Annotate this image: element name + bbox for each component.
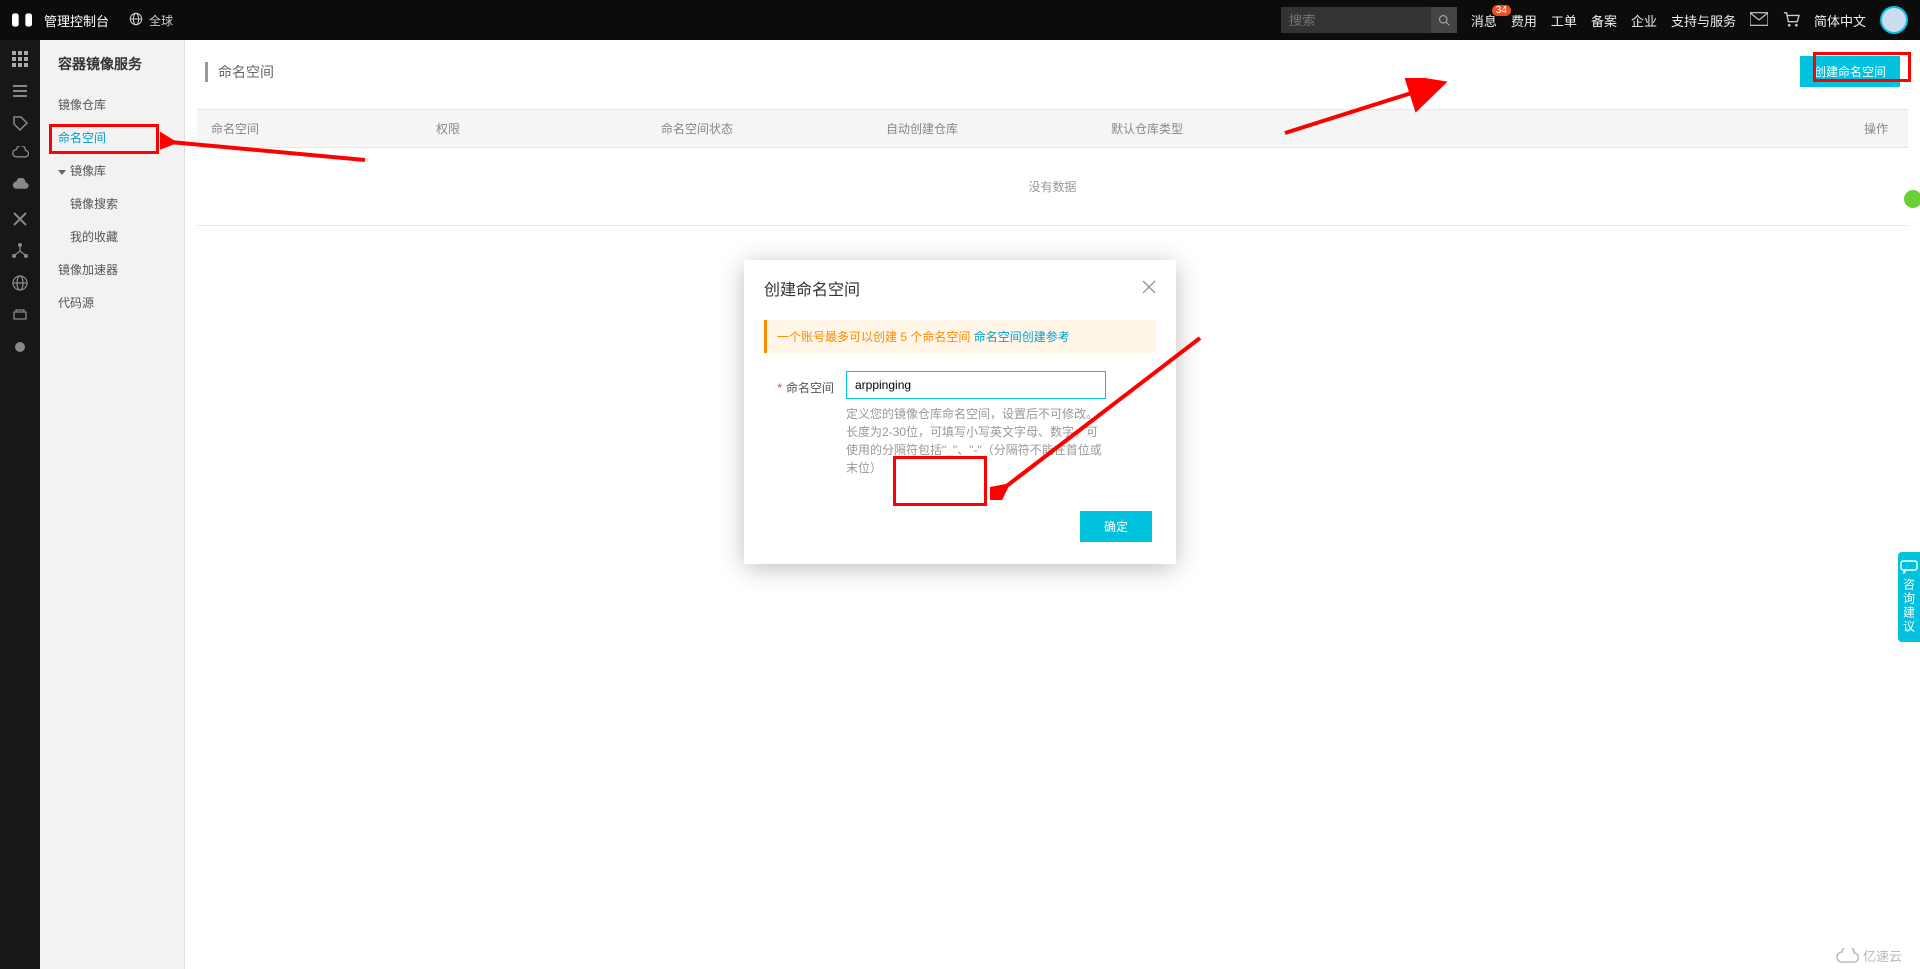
nav-filing[interactable]: 备案 [1591,11,1617,30]
namespace-label-text: 命名空间 [786,381,834,395]
floating-green-badge[interactable] [1902,188,1920,210]
create-namespace-modal: 创建命名空间 一个账号最多可以创建 5 个命名空间 命名空间创建参考 * 命名空间… [744,260,1176,564]
watermark-cloud-icon [1835,948,1859,964]
modal-backdrop: 创建命名空间 一个账号最多可以创建 5 个命名空间 命名空间创建参考 * 命名空间… [0,40,1920,969]
namespace-input[interactable] [846,371,1106,399]
modal-title: 创建命名空间 [764,276,860,300]
logo-area: 管理控制台 [12,11,109,30]
feedback-tab[interactable]: 咨询建议 [1898,552,1920,642]
global-search-input[interactable] [1281,7,1431,33]
modal-header: 创建命名空间 [744,260,1176,312]
watermark-text: 亿速云 [1863,946,1902,965]
top-header: 管理控制台 全球 消息 34 费用 工单 备案 企业 支持与服务 简体中文 [0,0,1920,40]
region-label: 全球 [149,12,173,29]
nav-messages[interactable]: 消息 34 [1471,11,1497,30]
modal-footer: 确定 [744,487,1176,564]
region-selector[interactable]: 全球 [129,12,173,29]
messages-badge: 34 [1492,5,1511,16]
modal-alert: 一个账号最多可以创建 5 个命名空间 命名空间创建参考 [764,320,1156,353]
mail-icon[interactable] [1750,12,1768,29]
cart-icon[interactable] [1782,11,1800,30]
nav-language[interactable]: 简体中文 [1814,11,1866,30]
modal-alert-text: 一个账号最多可以创建 5 个命名空间 [777,330,970,344]
namespace-input-wrap: 定义您的镜像仓库命名空间，设置后不可修改。长度为2-30位，可填写小写英文字母、… [846,371,1156,477]
confirm-button[interactable]: 确定 [1080,511,1152,542]
nav-support[interactable]: 支持与服务 [1671,11,1736,30]
watermark: 亿速云 [1835,946,1902,965]
nav-orders[interactable]: 工单 [1551,11,1577,30]
chat-bubble-icon [1900,560,1918,574]
required-mark: * [777,381,782,395]
nav-messages-label: 消息 [1471,14,1497,29]
namespace-help-text: 定义您的镜像仓库命名空间，设置后不可修改。长度为2-30位，可填写小写英文字母、… [846,399,1106,477]
close-icon [1142,280,1156,294]
brand-icon [12,13,32,27]
modal-close-button[interactable] [1142,278,1156,299]
search-button[interactable] [1431,7,1457,33]
feedback-tab-label: 咨询建议 [1901,578,1918,634]
user-avatar[interactable] [1880,6,1908,34]
nav-enterprise[interactable]: 企业 [1631,11,1657,30]
modal-alert-link[interactable]: 命名空间创建参考 [974,330,1070,344]
modal-form-row: * 命名空间 定义您的镜像仓库命名空间，设置后不可修改。长度为2-30位，可填写小… [744,367,1176,487]
namespace-field-label: * 命名空间 [764,371,834,396]
console-label[interactable]: 管理控制台 [44,11,109,30]
search-icon [1438,14,1450,26]
globe-icon [129,12,143,29]
header-nav-right: 消息 34 费用 工单 备案 企业 支持与服务 简体中文 [1471,6,1908,34]
nav-fees[interactable]: 费用 [1511,11,1537,30]
